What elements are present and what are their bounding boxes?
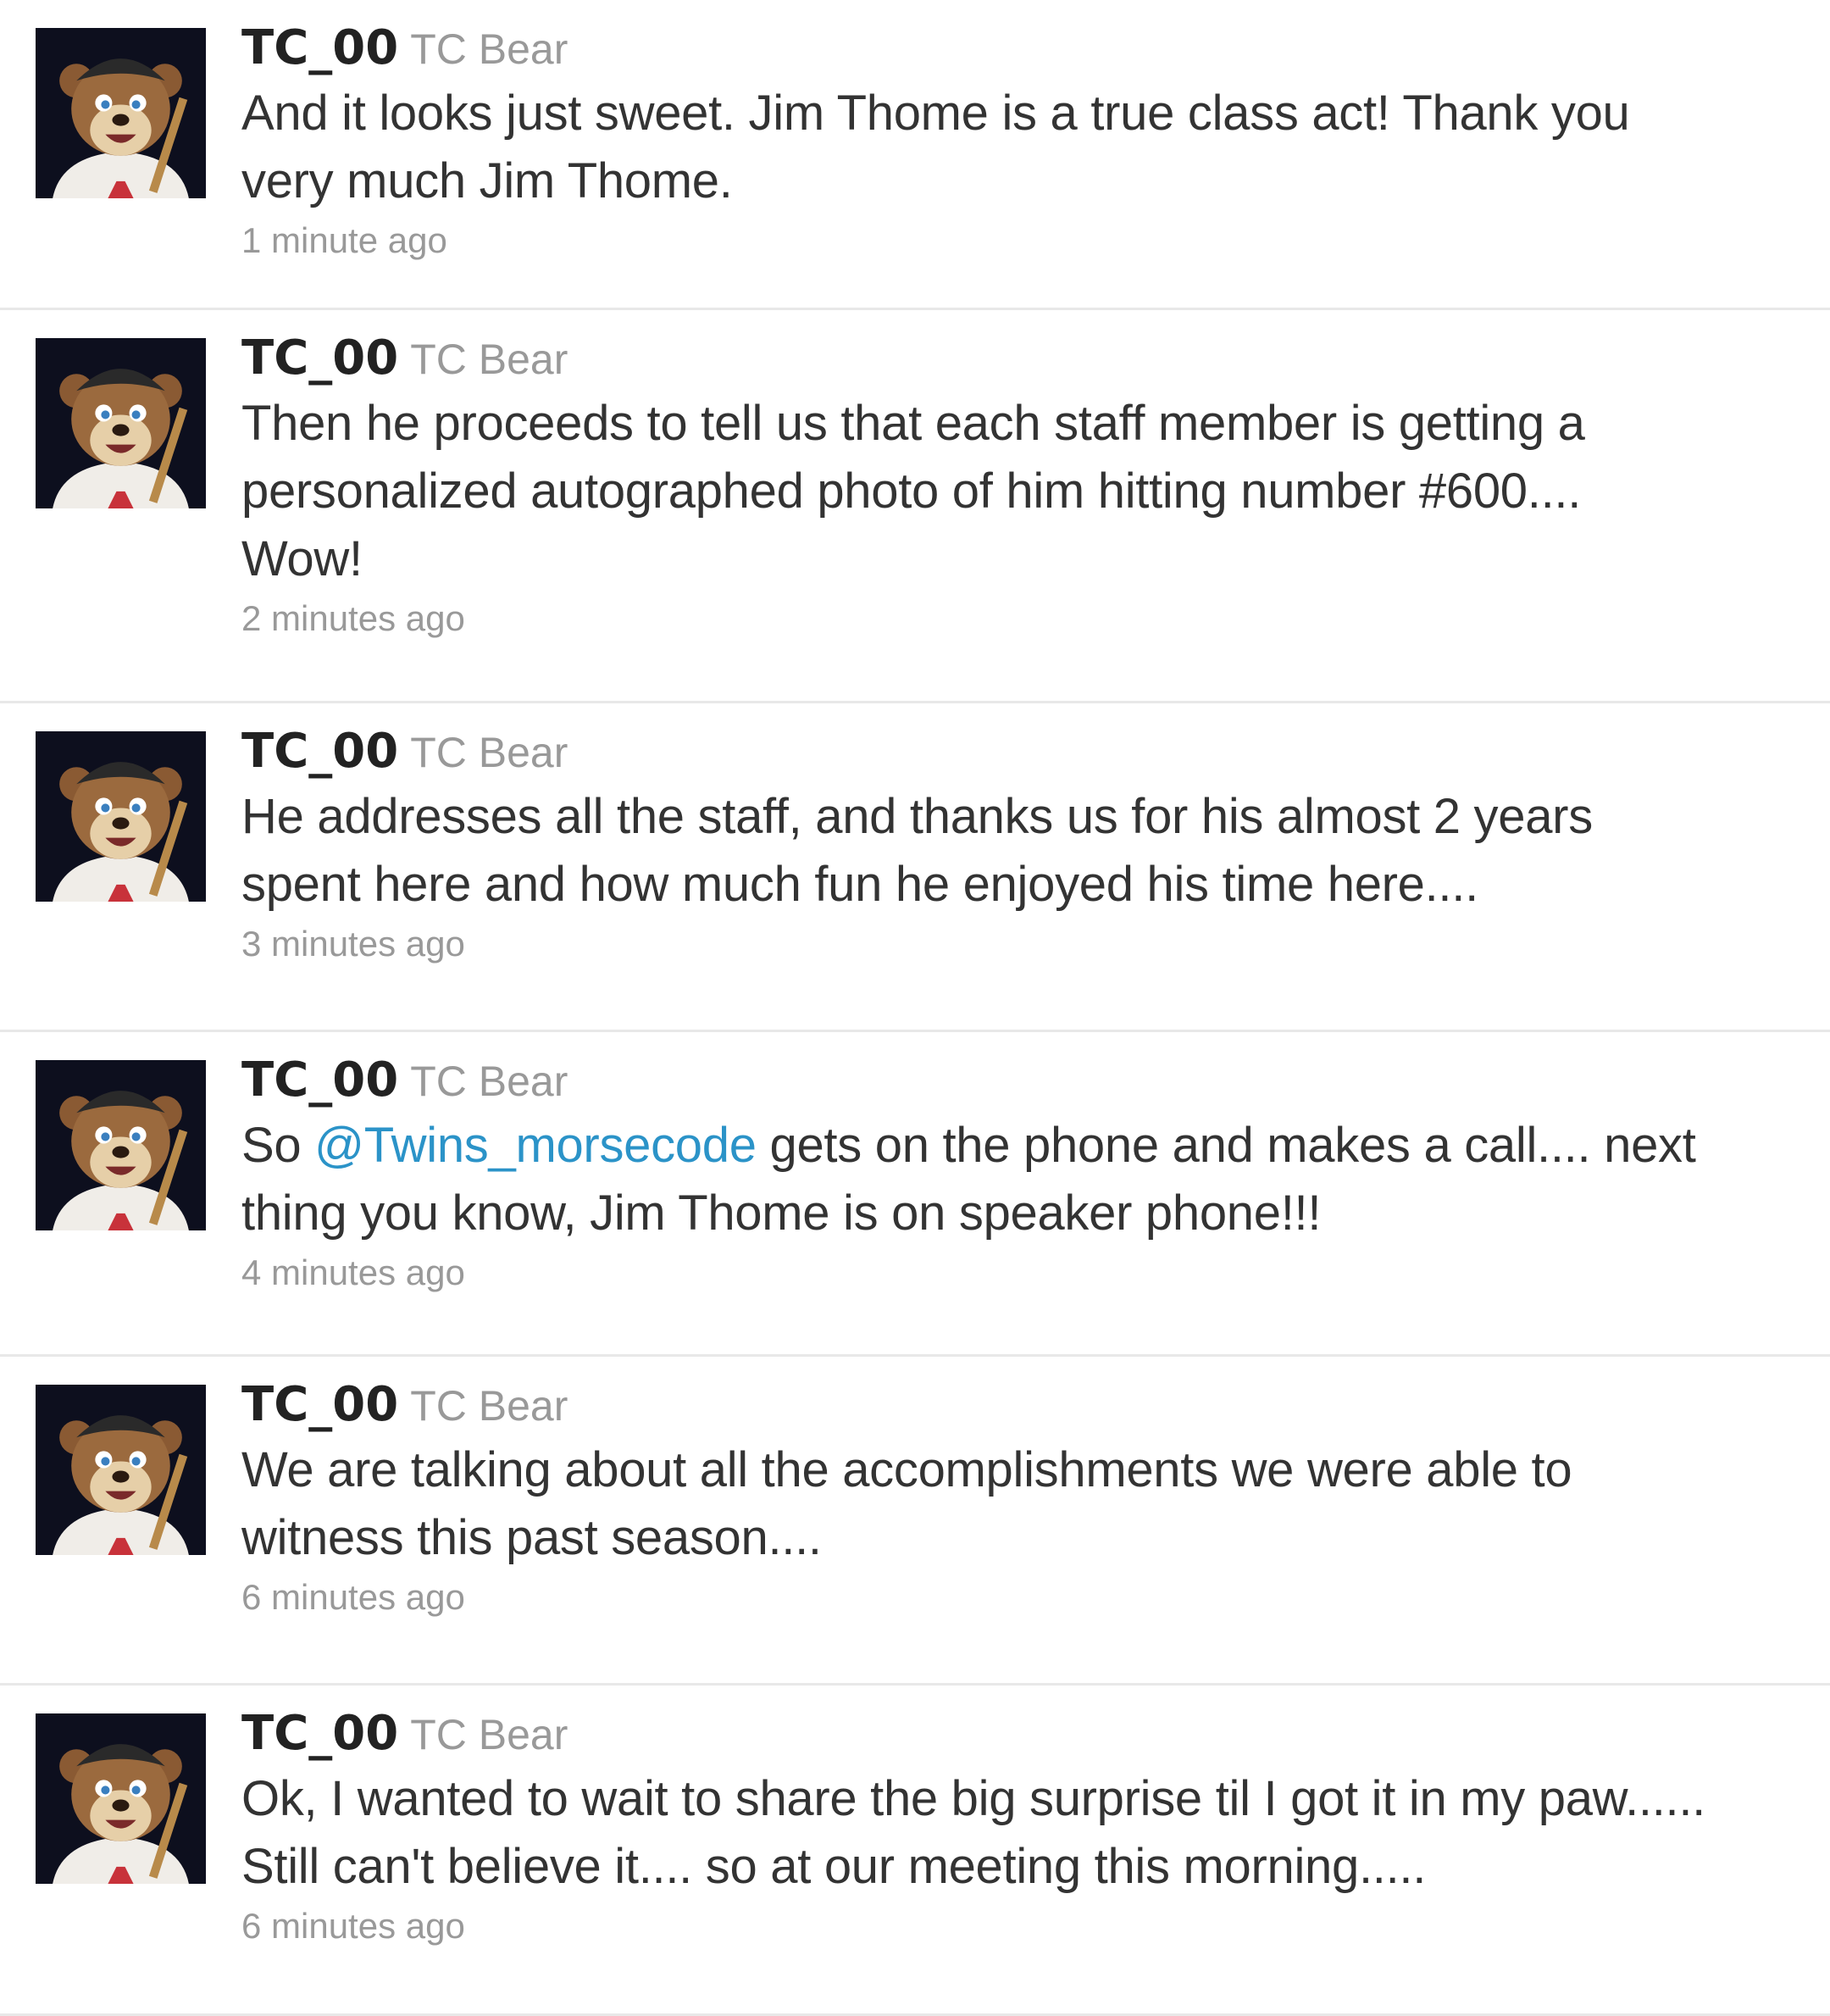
timestamp-link[interactable]: 2 minutes ago bbox=[241, 595, 1817, 642]
tweet-text-line: Ok, I wanted to wait to share the big su… bbox=[241, 1771, 1705, 1826]
tc-bear-avatar-icon[interactable] bbox=[36, 28, 206, 198]
tweet-item: TC_00 TC Bear Then he proceeds to tell us… bbox=[0, 310, 1830, 703]
tc-bear-avatar-icon[interactable] bbox=[36, 1713, 206, 1884]
mention-link[interactable]: @Twins_morsecode bbox=[314, 1118, 757, 1173]
tweet-content: TC_00 TC Bear We are talking about all th… bbox=[241, 1374, 1817, 1621]
tweet-text: And it looks just sweet. Jim Thome is a … bbox=[241, 80, 1817, 215]
tweet-text-line: Still can't believe it.... so at our mee… bbox=[241, 1839, 1427, 1894]
tweet-item: TC_00 TC Bear He addresses all the staff,… bbox=[0, 703, 1830, 1032]
tweet-header: TC_00 TC Bear bbox=[241, 1374, 1817, 1436]
tweet-item: TC_00 TC Bear And it looks just sweet. Ji… bbox=[0, 0, 1830, 310]
full-name: TC Bear bbox=[410, 729, 568, 776]
full-name: TC Bear bbox=[410, 1382, 568, 1430]
timestamp-link[interactable]: 4 minutes ago bbox=[241, 1249, 1817, 1297]
tweet-content: TC_00 TC Bear Then he proceeds to tell us… bbox=[241, 327, 1817, 642]
tc-bear-avatar-icon[interactable] bbox=[36, 731, 206, 902]
tweet-text-line: So @Twins_morsecode gets on the phone an… bbox=[241, 1112, 1817, 1180]
tweet-content: TC_00 TC Bear So @Twins_morsecode gets on… bbox=[241, 1049, 1817, 1297]
tweet-text: So @Twins_morsecode gets on the phone an… bbox=[241, 1112, 1817, 1247]
screen-name-link[interactable]: TC_00 bbox=[241, 20, 398, 75]
tweet-text-line: And it looks just sweet. Jim Thome is a … bbox=[241, 86, 1630, 141]
screen-name-link[interactable]: TC_00 bbox=[241, 330, 398, 386]
screen-name-link[interactable]: TC_00 bbox=[241, 1706, 398, 1761]
screen-name-link[interactable]: TC_00 bbox=[241, 1377, 398, 1432]
screen-name-link[interactable]: TC_00 bbox=[241, 724, 398, 779]
tweet-text-line: witness this past season.... bbox=[241, 1510, 822, 1565]
tweet-header: TC_00 TC Bear bbox=[241, 1702, 1817, 1765]
tweet-text: He addresses all the staff, and thanks u… bbox=[241, 783, 1817, 919]
tweet-item: TC_00 TC Bear We are talking about all th… bbox=[0, 1357, 1830, 1686]
tweet-text-line: personalized autographed photo of him hi… bbox=[241, 464, 1582, 519]
tweet-text-line: spent here and how much fun he enjoyed h… bbox=[241, 857, 1478, 912]
tweet-content: TC_00 TC Bear Ok, I wanted to wait to sha… bbox=[241, 1702, 1817, 1950]
tweet-text: We are talking about all the accomplishm… bbox=[241, 1436, 1817, 1572]
tweet-text-segment: So bbox=[241, 1118, 315, 1173]
tweet-header: TC_00 TC Bear bbox=[241, 17, 1817, 80]
timestamp-link[interactable]: 3 minutes ago bbox=[241, 920, 1817, 968]
tweet-timeline: TC_00 TC Bear And it looks just sweet. Ji… bbox=[0, 0, 1830, 2016]
tweet-content: TC_00 TC Bear He addresses all the staff,… bbox=[241, 720, 1817, 968]
tweet-item: TC_00 TC Bear So @Twins_morsecode gets on… bbox=[0, 1032, 1830, 1357]
timestamp-link[interactable]: 6 minutes ago bbox=[241, 1574, 1817, 1621]
screen-name-link[interactable]: TC_00 bbox=[241, 1052, 398, 1108]
full-name: TC Bear bbox=[410, 25, 568, 73]
tweet-header: TC_00 TC Bear bbox=[241, 1049, 1817, 1112]
tweet-item: TC_00 TC Bear Ok, I wanted to wait to sha… bbox=[0, 1686, 1830, 2016]
timestamp-link[interactable]: 6 minutes ago bbox=[241, 1902, 1817, 1950]
tweet-content: TC_00 TC Bear And it looks just sweet. Ji… bbox=[241, 17, 1817, 264]
full-name: TC Bear bbox=[410, 1711, 568, 1758]
timestamp-link[interactable]: 1 minute ago bbox=[241, 217, 1817, 264]
full-name: TC Bear bbox=[410, 336, 568, 383]
full-name: TC Bear bbox=[410, 1058, 568, 1105]
tc-bear-avatar-icon[interactable] bbox=[36, 1385, 206, 1555]
tc-bear-avatar-icon[interactable] bbox=[36, 338, 206, 508]
tweet-text-line: thing you know, Jim Thome is on speaker … bbox=[241, 1186, 1322, 1241]
tc-bear-avatar-icon[interactable] bbox=[36, 1060, 206, 1230]
tweet-text-segment: gets on the phone and makes a call.... n… bbox=[756, 1118, 1696, 1173]
tweet-header: TC_00 TC Bear bbox=[241, 720, 1817, 783]
tweet-text-line: We are talking about all the accomplishm… bbox=[241, 1442, 1572, 1497]
tweet-header: TC_00 TC Bear bbox=[241, 327, 1817, 390]
tweet-text-line: very much Jim Thome. bbox=[241, 153, 733, 208]
tweet-text: Ok, I wanted to wait to share the big su… bbox=[241, 1765, 1817, 1901]
tweet-text-line: He addresses all the staff, and thanks u… bbox=[241, 789, 1593, 844]
tweet-text-line: Then he proceeds to tell us that each st… bbox=[241, 396, 1585, 451]
tweet-text: Then he proceeds to tell us that each st… bbox=[241, 390, 1817, 593]
tweet-text-line: Wow! bbox=[241, 531, 363, 586]
